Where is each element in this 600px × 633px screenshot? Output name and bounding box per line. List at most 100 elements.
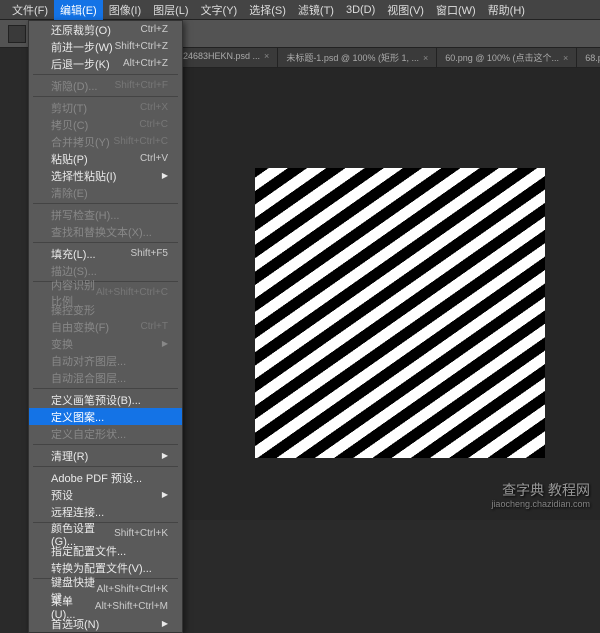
menu-item[interactable]: 滤镜(T) bbox=[292, 0, 340, 20]
menu-item-label: 定义画笔预设(B)... bbox=[51, 392, 141, 408]
canvas-area bbox=[175, 68, 600, 520]
shortcut-label: Shift+Ctrl+K bbox=[114, 528, 168, 539]
menu-item[interactable]: 文字(Y) bbox=[195, 0, 244, 20]
menu-item[interactable]: 图层(L) bbox=[147, 0, 194, 20]
menu-item: 内容识别比例Alt+Shift+Ctrl+C bbox=[29, 284, 182, 301]
menu-item: 剪切(T)Ctrl+X bbox=[29, 99, 182, 116]
menu-item-label: 清理(R) bbox=[51, 448, 88, 464]
menu-item-label: 拷贝(C) bbox=[51, 117, 88, 133]
menu-item[interactable]: 填充(L)... Shift+F5 bbox=[29, 245, 182, 262]
submenu-arrow-icon: ▶ bbox=[162, 171, 168, 180]
menu-item-label: 选择性粘贴(I) bbox=[51, 168, 116, 184]
document-tab[interactable]: 60.png @ 100% (点击这个...× bbox=[437, 48, 577, 67]
menu-item-label: 自动混合图层... bbox=[51, 370, 126, 386]
menu-separator bbox=[33, 444, 178, 445]
menu-item-label: 自动对齐图层... bbox=[51, 353, 126, 369]
shortcut-label: Shift+F5 bbox=[130, 248, 168, 259]
shortcut-label: Shift+Ctrl+F bbox=[115, 80, 168, 91]
submenu-arrow-icon: ▶ bbox=[162, 451, 168, 460]
menu-item[interactable]: 菜单(U)...Alt+Shift+Ctrl+M bbox=[29, 598, 182, 615]
menu-item[interactable]: 选择性粘贴(I) ▶ bbox=[29, 167, 182, 184]
menu-item[interactable]: 前进一步(W)Shift+Ctrl+Z bbox=[29, 38, 182, 55]
menu-item[interactable]: 定义画笔预设(B)... bbox=[29, 391, 182, 408]
menubar: 文件(F)编辑(E)图像(I)图层(L)文字(Y)选择(S)滤镜(T)3D(D)… bbox=[0, 0, 600, 20]
shortcut-label: Ctrl+Z bbox=[141, 24, 169, 35]
submenu-arrow-icon: ▶ bbox=[162, 490, 168, 499]
menu-item[interactable]: 预设 ▶ bbox=[29, 486, 182, 503]
tool-icon[interactable] bbox=[8, 25, 26, 43]
shortcut-label: Ctrl+C bbox=[139, 119, 168, 130]
menu-item: 操控变形 bbox=[29, 301, 182, 318]
menu-separator bbox=[33, 388, 178, 389]
close-icon[interactable]: × bbox=[563, 53, 568, 63]
menu-item: 变换 ▶ bbox=[29, 335, 182, 352]
menu-item: 自动对齐图层... bbox=[29, 352, 182, 369]
document-canvas[interactable] bbox=[255, 168, 545, 458]
menu-item[interactable]: 后退一步(K) Alt+Ctrl+Z bbox=[29, 55, 182, 72]
menu-item[interactable]: 视图(V) bbox=[381, 0, 430, 20]
menu-item: 定义自定形状... bbox=[29, 425, 182, 442]
menu-item-label: 还原裁剪(O) bbox=[51, 22, 111, 38]
menu-separator bbox=[33, 203, 178, 204]
shortcut-label: Ctrl+V bbox=[140, 153, 168, 164]
menu-item-label: 清除(E) bbox=[51, 185, 88, 201]
menu-item-label: 填充(L)... bbox=[51, 246, 96, 262]
menu-item[interactable]: 清理(R) ▶ bbox=[29, 447, 182, 464]
menu-item[interactable]: 定义图案... bbox=[29, 408, 182, 425]
document-tab[interactable]: 24683HEKN.psd ...× bbox=[175, 48, 278, 67]
watermark-url: jiaocheng.chazidian.com bbox=[491, 499, 590, 510]
menu-item[interactable]: 帮助(H) bbox=[482, 0, 531, 20]
shortcut-label: Shift+Ctrl+C bbox=[114, 136, 168, 147]
menu-item: 清除(E) bbox=[29, 184, 182, 201]
menu-item[interactable]: 文件(F) bbox=[6, 0, 54, 20]
menu-item-label: 变换 bbox=[51, 336, 73, 352]
diagonal-stripe-pattern bbox=[255, 168, 545, 458]
menu-item-label: 定义自定形状... bbox=[51, 426, 126, 442]
menu-item: 拷贝(C) Ctrl+C bbox=[29, 116, 182, 133]
menu-item[interactable]: 首选项(N)▶ bbox=[29, 615, 182, 632]
menu-item-label: 查找和替换文本(X)... bbox=[51, 224, 152, 240]
close-icon[interactable]: × bbox=[264, 51, 269, 61]
menu-item[interactable]: 还原裁剪(O) Ctrl+Z bbox=[29, 21, 182, 38]
menu-item-label: 定义图案... bbox=[51, 409, 104, 425]
menu-item: 拼写检查(H)... bbox=[29, 206, 182, 223]
menu-item: 渐隐(D)... Shift+Ctrl+F bbox=[29, 77, 182, 94]
menu-item-label: 预设 bbox=[51, 487, 73, 503]
menu-item-label: Adobe PDF 预设... bbox=[51, 470, 142, 486]
menu-item[interactable]: 颜色设置(G)...Shift+Ctrl+K bbox=[29, 525, 182, 542]
menu-item-label: 操控变形 bbox=[51, 302, 95, 318]
menu-item: 查找和替换文本(X)... bbox=[29, 223, 182, 240]
menu-item[interactable]: 窗口(W) bbox=[430, 0, 482, 20]
menu-item: 自由变换(F) Ctrl+T bbox=[29, 318, 182, 335]
menu-separator bbox=[33, 74, 178, 75]
menu-item-label: 后退一步(K) bbox=[51, 56, 110, 72]
menu-item-label: 前进一步(W) bbox=[51, 39, 113, 55]
menu-item[interactable]: 远程连接... bbox=[29, 503, 182, 520]
menu-item[interactable]: 编辑(E) bbox=[54, 0, 103, 20]
close-icon[interactable]: × bbox=[423, 53, 428, 63]
shortcut-label: Alt+Shift+Ctrl+C bbox=[96, 287, 168, 298]
menu-item-label: 粘贴(P) bbox=[51, 151, 88, 167]
shortcut-label: Alt+Shift+Ctrl+K bbox=[97, 584, 168, 595]
document-tab[interactable]: 未标题-1.psd @ 100% (矩形 1, ...× bbox=[278, 48, 437, 67]
menu-item-label: 拼写检查(H)... bbox=[51, 207, 119, 223]
menu-item[interactable]: 图像(I) bbox=[103, 0, 147, 20]
menu-item-label: 远程连接... bbox=[51, 504, 104, 520]
menu-item[interactable]: 粘贴(P) Ctrl+V bbox=[29, 150, 182, 167]
shortcut-label: Alt+Ctrl+Z bbox=[123, 58, 168, 69]
menu-item-label: 首选项(N) bbox=[51, 616, 99, 632]
menu-item-label: 自由变换(F) bbox=[51, 319, 109, 335]
menu-item-label: 渐隐(D)... bbox=[51, 78, 97, 94]
document-tab[interactable]: 68.png @ 100% (这是× bbox=[577, 48, 600, 67]
menu-separator bbox=[33, 242, 178, 243]
menu-item[interactable]: Adobe PDF 预设... bbox=[29, 469, 182, 486]
shortcut-label: Ctrl+T bbox=[141, 321, 169, 332]
submenu-arrow-icon: ▶ bbox=[162, 339, 168, 348]
menu-item[interactable]: 3D(D) bbox=[340, 2, 381, 18]
shortcut-label: Alt+Shift+Ctrl+M bbox=[95, 601, 168, 612]
document-tabs: 24683HEKN.psd ...×未标题-1.psd @ 100% (矩形 1… bbox=[175, 48, 600, 68]
menu-item-label: 合并拷贝(Y) bbox=[51, 134, 110, 150]
menu-item[interactable]: 选择(S) bbox=[243, 0, 292, 20]
edit-menu-dropdown[interactable]: 还原裁剪(O) Ctrl+Z 前进一步(W)Shift+Ctrl+Z后退一步(K) A… bbox=[28, 20, 183, 633]
menu-item[interactable]: 指定配置文件... bbox=[29, 542, 182, 559]
